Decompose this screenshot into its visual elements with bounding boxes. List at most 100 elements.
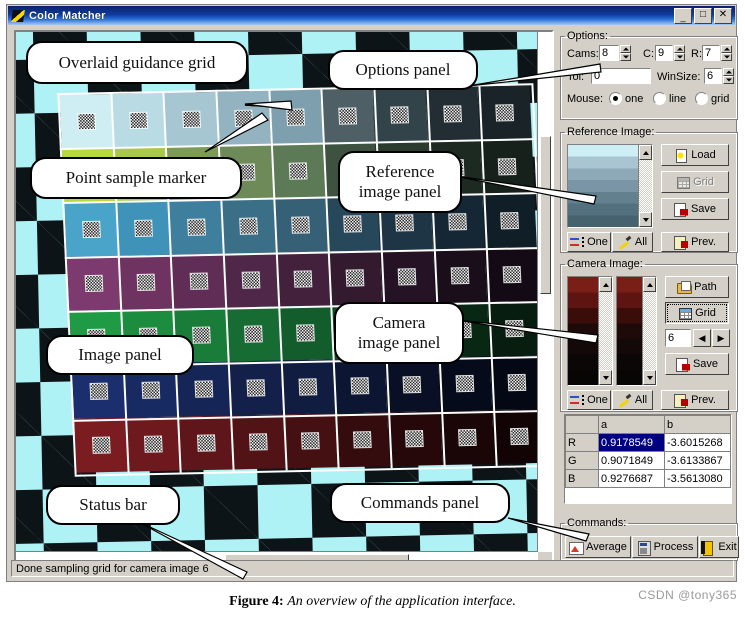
cams-spinner-up[interactable] xyxy=(620,45,631,53)
exit-label: Exit xyxy=(718,541,737,553)
columns-spinner-up[interactable] xyxy=(674,45,685,53)
winsize-spinner-up[interactable] xyxy=(723,68,734,76)
winsize-spinner-down[interactable] xyxy=(723,76,734,84)
chart-patch xyxy=(64,201,119,257)
rows-label: R: xyxy=(691,48,702,60)
chart-patch xyxy=(59,94,115,150)
camera-right-scroll-down-icon[interactable] xyxy=(643,370,656,385)
camera-right-scroll-up-icon[interactable] xyxy=(643,277,656,292)
reference-one-button[interactable]: One xyxy=(567,232,611,252)
camera-left-scroll-down-icon[interactable] xyxy=(599,370,612,385)
camera-one-button[interactable]: One xyxy=(567,390,611,410)
camera-swatch-strip-right xyxy=(617,277,643,385)
cams-input[interactable]: 8 xyxy=(599,45,619,61)
table-row[interactable]: B 0.9276687 -3.5613080 xyxy=(565,469,731,488)
vertical-scroll-thumb[interactable] xyxy=(540,136,551,294)
point-sample-marker xyxy=(299,379,317,395)
callout-image-panel: Image panel xyxy=(46,335,194,375)
camera-image-preview-left[interactable] xyxy=(567,276,613,386)
minimize-button[interactable]: _ xyxy=(674,7,692,24)
cell-r-b[interactable]: -3.6015268 xyxy=(664,433,731,452)
rows-spinner[interactable] xyxy=(721,45,732,61)
cams-spinner[interactable] xyxy=(620,45,631,61)
camera-left-scroll-track[interactable] xyxy=(599,292,612,370)
camera-save-button[interactable]: Save xyxy=(665,353,729,375)
table-row[interactable]: G 0.9071849 -3.6133867 xyxy=(565,451,731,470)
point-sample-marker xyxy=(339,108,357,124)
exit-icon xyxy=(701,540,715,556)
process-button[interactable]: Process xyxy=(632,536,698,558)
cell-r-a[interactable]: 0.9178549 xyxy=(598,433,665,452)
columns-spinner[interactable] xyxy=(674,45,685,61)
rows-spinner-down[interactable] xyxy=(721,53,732,61)
reference-preview-scrollbar[interactable] xyxy=(638,145,652,227)
rows-spinner-up[interactable] xyxy=(721,45,732,53)
chart-patch xyxy=(126,416,181,472)
tolerance-input[interactable]: 0 xyxy=(591,68,651,84)
point-sample-marker xyxy=(242,272,260,288)
columns-label: C: xyxy=(643,48,654,60)
one-icon xyxy=(570,236,585,249)
point-sample-marker xyxy=(346,270,364,286)
reference-scroll-up-icon[interactable] xyxy=(639,145,652,160)
load-icon xyxy=(674,148,688,163)
reference-grid-button[interactable]: Grid xyxy=(661,171,729,193)
chart-patch xyxy=(178,415,234,471)
cell-b-b[interactable]: -3.5613080 xyxy=(664,469,731,488)
camera-prev-button[interactable]: Prev. xyxy=(661,390,729,410)
chart-patch xyxy=(491,408,538,464)
columns-spinner-down[interactable] xyxy=(674,53,685,61)
winsize-input[interactable]: 6 xyxy=(704,68,722,84)
reference-load-button[interactable]: Load xyxy=(661,144,729,166)
mouse-mode-line[interactable]: line xyxy=(653,92,686,105)
close-button[interactable]: ✕ xyxy=(714,7,732,24)
reference-scroll-track[interactable] xyxy=(639,160,652,212)
image-canvas[interactable] xyxy=(16,32,538,552)
camera-prev-index-button[interactable]: ◀ xyxy=(693,329,711,347)
maximize-button[interactable]: □ xyxy=(694,7,712,24)
camera-index-input[interactable]: 6 xyxy=(665,329,691,347)
point-sample-marker xyxy=(145,436,162,452)
camera-right-scrollbar[interactable] xyxy=(642,277,656,385)
reference-image-preview[interactable] xyxy=(567,144,653,228)
maximize-icon: □ xyxy=(699,8,707,20)
reference-save-button[interactable]: Save xyxy=(661,198,729,220)
winsize-spinner[interactable] xyxy=(723,68,734,84)
reference-grid-label: Grid xyxy=(693,176,714,188)
exit-button[interactable]: Exit xyxy=(699,536,739,558)
window-title: Color Matcher xyxy=(29,9,106,22)
coefficients-table[interactable]: a b R 0.9178549 -3.6015268 G 0.9071849 -… xyxy=(564,414,732,504)
image-vertical-scrollbar[interactable] xyxy=(537,32,552,552)
camera-grid-label: Grid xyxy=(695,307,716,319)
point-sample-marker xyxy=(501,212,518,229)
cell-g-b[interactable]: -3.6133867 xyxy=(664,451,731,470)
reference-all-button[interactable]: All xyxy=(612,232,653,252)
chart-patch xyxy=(280,359,336,415)
reference-prev-button[interactable]: Prev. xyxy=(661,232,729,252)
camera-path-button[interactable]: Path xyxy=(665,276,729,298)
cams-spinner-down[interactable] xyxy=(620,53,631,61)
point-sample-marker xyxy=(448,214,466,230)
point-sample-marker xyxy=(235,110,252,126)
camera-next-index-button[interactable]: ▶ xyxy=(712,329,730,347)
mouse-mode-one[interactable]: one xyxy=(609,92,643,105)
camera-left-scrollbar[interactable] xyxy=(598,277,612,385)
camera-left-scroll-up-icon[interactable] xyxy=(599,277,612,292)
mouse-mode-line-label: line xyxy=(669,92,687,105)
camera-right-scroll-track[interactable] xyxy=(643,292,656,370)
camera-all-button[interactable]: All xyxy=(612,390,653,410)
reference-scroll-down-icon[interactable] xyxy=(639,212,652,227)
cell-g-a[interactable]: 0.9071849 xyxy=(598,451,665,470)
mouse-mode-grid[interactable]: grid xyxy=(695,92,729,105)
cell-b-a[interactable]: 0.9276687 xyxy=(598,469,665,488)
rows-input[interactable]: 7 xyxy=(702,45,720,61)
camera-image-preview-right[interactable] xyxy=(616,276,657,386)
columns-input[interactable]: 9 xyxy=(655,45,673,61)
camera-grid-button[interactable]: Grid xyxy=(665,302,729,324)
point-sample-marker xyxy=(187,219,205,235)
table-row[interactable]: R 0.9178549 -3.6015268 xyxy=(565,433,731,452)
average-button[interactable]: Average xyxy=(565,536,631,558)
chart-patch xyxy=(216,90,271,146)
chart-patch xyxy=(486,300,538,356)
chart-row xyxy=(59,85,532,150)
